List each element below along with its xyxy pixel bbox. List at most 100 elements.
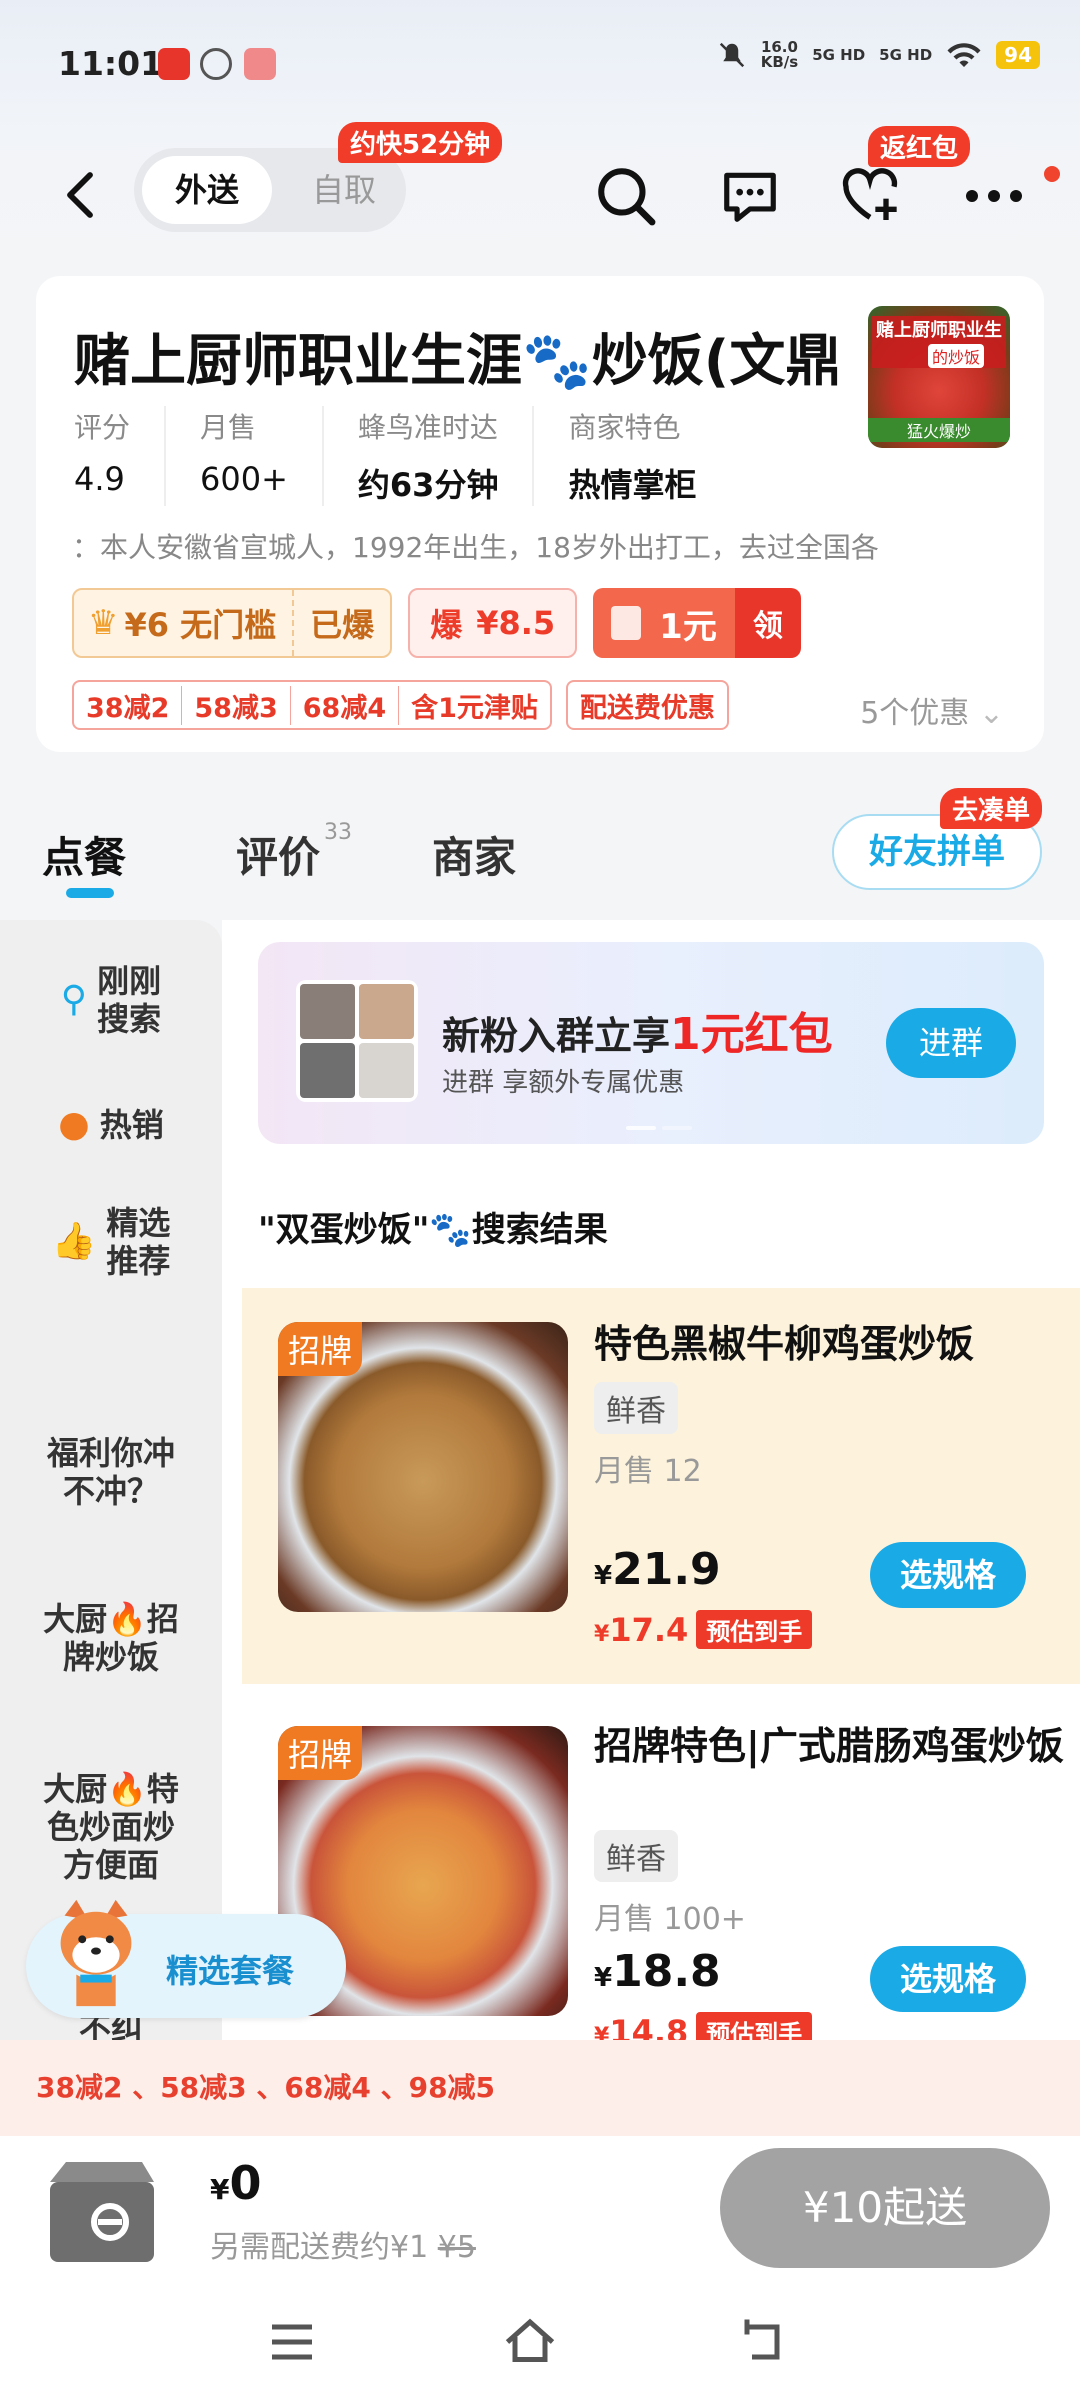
store-name[interactable]: 赌上厨师职业生涯🐾炒饭(文鼎 [74, 316, 864, 397]
est-price: 17.4 [609, 1610, 689, 1649]
stat-rating[interactable]: 评分 4.9 [74, 406, 167, 506]
sidebar-item-label: 精选 推荐 [106, 1204, 171, 1280]
favorite-button[interactable] [834, 160, 906, 232]
review-count: 33 [324, 820, 353, 845]
system-nav-bar [0, 2276, 1080, 2408]
banner-highlight: 1元红包 [670, 1009, 833, 1060]
store-stats: 评分 4.9 月售 600+ 蜂鸟准时达 约63分钟 商家特色 热情掌柜 [74, 406, 764, 506]
dish-price: ¥18.8 [594, 1946, 721, 1997]
store-logo-text: 猛火爆炒 [868, 418, 1010, 442]
stat-monthly-sales: 月售 600+ [200, 406, 324, 506]
store-logo[interactable]: 赌上厨师职业生涯 的炒饭 猛火爆炒 [868, 306, 1010, 448]
more-promos-label: 5个优惠 [860, 696, 970, 731]
status-bar: 11:01 16.0 KB/s 5G HD 5G HD 94 [0, 0, 1080, 130]
tab-order[interactable]: 点餐 [42, 824, 127, 898]
stat-label: 月售 [200, 411, 257, 444]
store-logo-text: 的炒饭 [928, 344, 985, 368]
discount-strip: 38减2 、58减3 、68减4 、98减5 [0, 2040, 1080, 2136]
stat-value: 约63分钟 [357, 466, 499, 504]
dish-name: 招牌特色|广式腊肠鸡蛋炒饭 [594, 1724, 1064, 1768]
dish-card[interactable]: 招牌 招牌特色|广式腊肠鸡蛋炒饭 鲜香 月售 100+ ¥18.8 ¥14.8 预… [242, 1684, 1080, 2040]
promo-item: 38减2 [74, 685, 183, 725]
carousel-dots [626, 1126, 692, 1130]
sidebar-item-noodles[interactable]: 大厨🔥特 色炒面炒 方便面 [0, 1770, 222, 1884]
sidebar-item-recent-search[interactable]: ⚲ 刚刚 搜索 [0, 962, 222, 1038]
avatar [359, 984, 414, 1039]
est-tag: 预估到手 [696, 1610, 813, 1649]
tab-pickup[interactable]: 自取 [294, 156, 394, 224]
signal-1: 5G HD [812, 45, 866, 64]
cart-bar: ¥0 另需配送费约¥1 ¥5 ¥10起送 [0, 2136, 1080, 2276]
coupon-status: 已爆 [310, 606, 375, 644]
avatar [300, 1043, 355, 1098]
heart-plus-icon [842, 168, 898, 220]
shiba-mascot-icon [60, 1899, 132, 2007]
store-card: 赌上厨师职业生涯🐾炒饭(文鼎 赌上厨师职业生涯 的炒饭 猛火爆炒 评分 4.9 … [36, 276, 1044, 752]
search-button[interactable] [590, 160, 662, 232]
back-arrow-icon[interactable] [60, 170, 100, 220]
gift-icon [611, 606, 642, 640]
mute-icon [719, 42, 744, 68]
stat-feature[interactable]: 商家特色 热情掌柜 [568, 406, 730, 506]
sidebar-item-hot[interactable]: ● 热销 [0, 1106, 222, 1145]
store-intro[interactable]: ：本人安徽省宣城人，1992年出生，18岁外出打工，去过全国各 [72, 526, 1002, 566]
message-button[interactable] [714, 160, 786, 232]
sidebar-item-benefits[interactable]: 福利你冲 不冲？ [0, 1434, 222, 1510]
price-value: 21.9 [612, 1544, 721, 1595]
claim-button[interactable]: 领 [734, 588, 801, 658]
flavor-tag: 鲜香 [594, 1382, 678, 1434]
tab-label: 评价 [236, 833, 321, 882]
banner-subtitle: 进群 享额外专属优惠 [442, 1068, 685, 1098]
coupon-value: ¥8.5 [476, 604, 556, 642]
net-speed: 16.0 KB/s [760, 38, 799, 71]
more-promos-button[interactable]: 5个优惠 ⌄ [860, 688, 1004, 732]
tab-delivery[interactable]: 外送 [142, 156, 272, 224]
search-icon: ⚲ [60, 979, 88, 1020]
delivery-discount[interactable]: 配送费优惠 [565, 680, 729, 730]
min-order-button[interactable]: ¥10起送 [720, 2148, 1050, 2268]
sidebar-item-label: 大厨🔥招 牌炒饭 [43, 1600, 179, 1676]
home-icon[interactable] [500, 2312, 560, 2372]
stat-label: 评分 [74, 411, 131, 444]
currency-symbol: ¥ [594, 1621, 610, 1647]
add-items-badge: 去凑单 [939, 788, 1042, 829]
combo-float-button[interactable]: 精选套餐 [26, 1899, 346, 2018]
flavor-tag: 鲜香 [594, 1830, 678, 1882]
dish-card[interactable]: 招牌 特色黑椒牛柳鸡蛋炒饭 鲜香 月售 12 ¥21.9 ¥17.4 预估到手 选… [242, 1288, 1080, 1684]
sidebar-item-label: 刚刚 搜索 [97, 962, 162, 1038]
more-dots-icon [966, 190, 1022, 202]
back-icon[interactable] [732, 2312, 792, 2372]
menu-icon[interactable] [262, 2312, 322, 2372]
fan-group-banner[interactable]: 新粉入群立享1元红包 进群 享额外专属优惠 进群 [258, 942, 1044, 1144]
stat-value: 热情掌柜 [568, 466, 697, 504]
carousel-dot [626, 1126, 656, 1130]
coupon-one-yuan[interactable]: 1元 领 [593, 588, 801, 658]
select-spec-button[interactable]: 选规格 [870, 1542, 1026, 1608]
category-sidebar: ⚲ 刚刚 搜索 ● 热销 👍 精选 推荐 福利你冲 不冲？ 大厨🔥招 牌炒饭 大… [0, 920, 222, 2048]
sidebar-item-label: 福利你冲 不冲？ [46, 1434, 175, 1510]
coupon-value: 1元 [659, 606, 717, 647]
tab-reviews[interactable]: 评价33 [236, 820, 352, 885]
coupon-no-threshold[interactable]: ♛ ¥6 无门槛 已爆 [72, 588, 393, 658]
join-group-button[interactable]: 进群 [886, 1008, 1016, 1078]
est-tag: 预估到手 [696, 2012, 813, 2040]
stat-delivery-time[interactable]: 蜂鸟准时达 约63分钟 [358, 406, 535, 506]
promo-item: 含1元津贴 [411, 692, 538, 724]
promo-row: 38减2 58减3 68减4 含1元津贴 配送费优惠 [72, 680, 729, 730]
discount-tiers[interactable]: 38减2 58减3 68减4 含1元津贴 [72, 680, 552, 730]
more-button[interactable] [958, 160, 1030, 232]
est-price-value: ¥14.8 [594, 2013, 688, 2041]
dish-name: 特色黑椒牛柳鸡蛋炒饭 [594, 1322, 975, 1366]
stat-value: 4.9 [74, 460, 125, 498]
currency-symbol: ¥ [210, 2173, 230, 2206]
select-spec-button[interactable]: 选规格 [870, 1946, 1026, 2012]
fee-text: 另需配送费约¥1 [210, 2230, 429, 2265]
sidebar-item-featured[interactable]: 👍 精选 推荐 [0, 1204, 222, 1280]
sidebar-item-signature-rice[interactable]: 大厨🔥招 牌炒饭 [0, 1600, 222, 1676]
thumbs-up-icon: 👍 [51, 1221, 97, 1262]
promo-item: 配送费优惠 [579, 692, 715, 724]
tab-merchant[interactable]: 商家 [432, 824, 516, 885]
coupon-boost[interactable]: 爆 ¥8.5 [408, 588, 578, 658]
cart-box-icon[interactable] [38, 2150, 162, 2270]
tab-label: 点餐 [42, 833, 127, 882]
